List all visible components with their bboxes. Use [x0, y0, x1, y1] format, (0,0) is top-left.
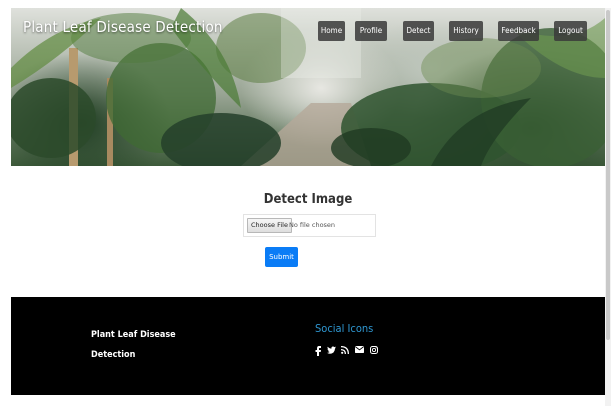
page: Plant Leaf Disease Detection Home Profil… — [11, 8, 605, 406]
nav-item-profile[interactable]: Profile — [355, 21, 387, 41]
footer-brand-line2: Detection — [91, 350, 136, 360]
nav-item-home[interactable]: Home — [318, 21, 345, 41]
twitter-icon[interactable] — [326, 345, 336, 357]
file-input[interactable]: Choose File No file chosen — [243, 214, 376, 237]
facebook-icon[interactable] — [313, 345, 323, 357]
footer-brand-line1: Plant Leaf Disease — [91, 330, 176, 340]
instagram-icon[interactable] — [369, 345, 379, 357]
site-brand[interactable]: Plant Leaf Disease Detection — [23, 18, 223, 36]
nav-item-detect[interactable]: Detect — [403, 21, 434, 41]
scrollbar-thumb[interactable] — [606, 10, 610, 340]
rss-icon[interactable] — [340, 345, 350, 357]
nav-item-logout[interactable]: Logout — [554, 21, 587, 41]
footer-brand: Plant Leaf Disease Detection — [91, 325, 181, 365]
nav-item-feedback[interactable]: Feedback — [498, 21, 539, 41]
hero-banner: Plant Leaf Disease Detection Home Profil… — [11, 8, 605, 166]
footer: Plant Leaf Disease Detection Social Icon… — [11, 297, 605, 395]
envelope-icon[interactable] — [354, 345, 364, 357]
vertical-scrollbar[interactable] — [605, 8, 611, 406]
submit-button[interactable]: Submit — [265, 247, 298, 267]
page-title: Detect Image — [263, 192, 353, 207]
file-status-text: No file chosen — [289, 221, 336, 229]
nav-item-history[interactable]: History — [449, 21, 483, 41]
social-heading: Social Icons — [315, 322, 374, 335]
choose-file-button[interactable]: Choose File — [247, 218, 292, 233]
